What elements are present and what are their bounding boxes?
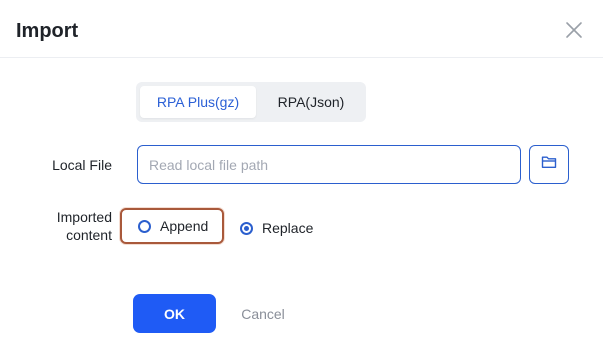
ok-button[interactable]: OK bbox=[133, 294, 216, 333]
tab-rpa-json[interactable]: RPA(Json) bbox=[260, 86, 362, 118]
browse-folder-button[interactable] bbox=[529, 145, 569, 184]
local-file-input[interactable] bbox=[137, 145, 521, 184]
radio-replace-circle[interactable] bbox=[240, 221, 253, 235]
dialog-title: Import bbox=[16, 20, 79, 42]
folder-icon bbox=[541, 155, 557, 174]
close-icon[interactable] bbox=[563, 19, 585, 41]
tab-rpa-plus-gz[interactable]: RPA Plus(gz) bbox=[140, 86, 256, 118]
cancel-button[interactable]: Cancel bbox=[228, 294, 298, 333]
format-tabs: RPA Plus(gz) RPA(Json) bbox=[136, 82, 366, 122]
radio-append-label: Append bbox=[160, 218, 209, 234]
imported-content-label-line2: content bbox=[66, 227, 112, 243]
radio-replace-label: Replace bbox=[262, 220, 314, 236]
imported-content-label-line1: Imported bbox=[56, 209, 112, 225]
local-file-label: Local File bbox=[52, 157, 112, 173]
import-dialog: Import RPA Plus(gz) RPA(Json) Local File… bbox=[0, 0, 603, 354]
radio-append-circle[interactable] bbox=[138, 219, 151, 233]
radio-append[interactable]: Append bbox=[120, 208, 224, 244]
imported-content-label: Imported content bbox=[30, 208, 112, 244]
dialog-header: Import bbox=[0, 0, 603, 58]
radio-replace[interactable]: Replace bbox=[240, 210, 330, 246]
